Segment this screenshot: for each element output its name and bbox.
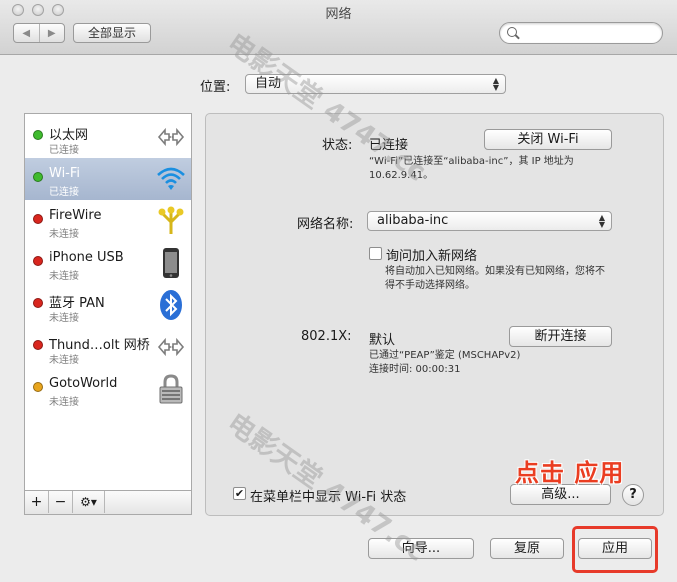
show-all-button[interactable]: 全部显示 <box>73 23 151 43</box>
search-icon <box>507 27 517 37</box>
network-name-label: 网络名称: <box>297 217 354 232</box>
toggle-wifi-button[interactable]: 关闭 Wi-Fi <box>484 129 612 150</box>
forward-button[interactable]: ▶ <box>40 24 65 42</box>
dot1x-description-line: 连接时间: 00:00:31 <box>369 364 461 375</box>
ask-join-checkbox[interactable] <box>369 247 382 260</box>
lock-icon <box>159 374 183 404</box>
back-button[interactable]: ◀ <box>14 24 40 42</box>
service-list: 以太网 已连接 Wi-Fi 已连接 FireWire 未连接 iPhone US… <box>24 113 192 491</box>
disconnect-button[interactable]: 断开连接 <box>509 326 612 347</box>
network-name-popup[interactable]: alibaba-inc ▲ ▼ <box>367 211 612 231</box>
popup-arrows-icon: ▲ ▼ <box>598 213 605 229</box>
status-dot <box>33 298 43 308</box>
thunderbolt-bridge-icon <box>157 337 185 357</box>
service-name: FireWire <box>49 208 102 223</box>
ask-join-label: 询问加入新网络 <box>386 249 478 264</box>
ask-join-description-line: 得不手动选择网络。 <box>385 280 475 291</box>
service-item-wifi[interactable]: Wi-Fi 已连接 <box>25 158 191 200</box>
service-status: 未连接 <box>49 397 79 408</box>
apply-highlight-box <box>572 526 658 573</box>
service-name: Wi-Fi <box>49 166 81 181</box>
service-name: iPhone USB <box>49 250 124 265</box>
service-item-firewire[interactable]: FireWire 未连接 <box>25 200 191 242</box>
service-item-gotoworld[interactable]: GotoWorld 未连接 <box>25 368 191 410</box>
service-item-iphone-usb[interactable]: iPhone USB 未连接 <box>25 242 191 284</box>
network-name-value: alibaba-inc <box>377 213 449 228</box>
status-dot <box>33 382 43 392</box>
firewire-icon <box>158 206 184 234</box>
ethernet-arrows-icon <box>157 127 185 147</box>
service-name: GotoWorld <box>49 376 118 391</box>
dot1x-description-line: 已通过“PEAP”鉴定 (MSCHAPv2) <box>369 350 521 361</box>
service-item-bluetooth-pan[interactable]: 蓝牙 PAN 未连接 <box>25 284 191 326</box>
dot1x-description: 已通过“PEAP”鉴定 (MSCHAPv2) 连接时间: 00:00:31 <box>369 349 520 377</box>
bluetooth-icon <box>160 290 182 320</box>
service-status: 未连接 <box>49 355 79 366</box>
ask-join-description: 将自动加入已知网络。如果没有已知网络，您将不 得不手动选择网络。 <box>385 265 605 293</box>
revert-button[interactable]: 复原 <box>490 538 564 559</box>
iphone-icon <box>163 248 179 278</box>
service-item-thunderbolt-bridge[interactable]: Thund…olt 网桥 未连接 <box>25 326 191 368</box>
window-title: 网络 <box>325 7 352 22</box>
ask-join-description-line: 将自动加入已知网络。如果没有已知网络，您将不 <box>385 266 605 277</box>
dot1x-label: 802.1X: <box>301 329 352 344</box>
back-forward-control: ◀ ▶ <box>13 23 65 43</box>
add-service-button[interactable]: + <box>25 491 49 513</box>
remove-service-button[interactable]: − <box>49 491 73 513</box>
status-dot <box>33 172 43 182</box>
status-dot <box>33 256 43 266</box>
annotation-text: 点击 应用 <box>515 459 625 487</box>
status-dot <box>33 340 43 350</box>
dot1x-value: 默认 <box>369 333 396 348</box>
location-label: 位置: <box>200 80 231 95</box>
action-menu-button[interactable]: ⚙▾ <box>73 491 105 513</box>
title-bar: 网络 ◀ ▶ 全部显示 <box>0 0 677 55</box>
service-status: 已连接 <box>49 187 79 198</box>
network-preferences-window: 网络 ◀ ▶ 全部显示 位置: 自动 ▲ ▼ 以太网 已连接 Wi-Fi 已连接… <box>0 0 677 582</box>
status-dot <box>33 214 43 224</box>
wifi-icon <box>157 167 185 190</box>
service-status: 未连接 <box>49 271 79 282</box>
service-list-controls: + − ⚙▾ <box>24 491 192 515</box>
service-status: 已连接 <box>49 145 79 156</box>
status-dot <box>33 130 43 140</box>
popup-arrows-icon: ▲ ▼ <box>492 76 499 92</box>
service-item-ethernet[interactable]: 以太网 已连接 <box>25 116 191 158</box>
service-status: 未连接 <box>49 229 79 240</box>
search-field[interactable] <box>499 22 663 44</box>
service-status: 未连接 <box>49 313 79 324</box>
help-button[interactable]: ? <box>622 484 644 506</box>
show-menubar-checkbox[interactable]: ✔ <box>233 487 246 500</box>
